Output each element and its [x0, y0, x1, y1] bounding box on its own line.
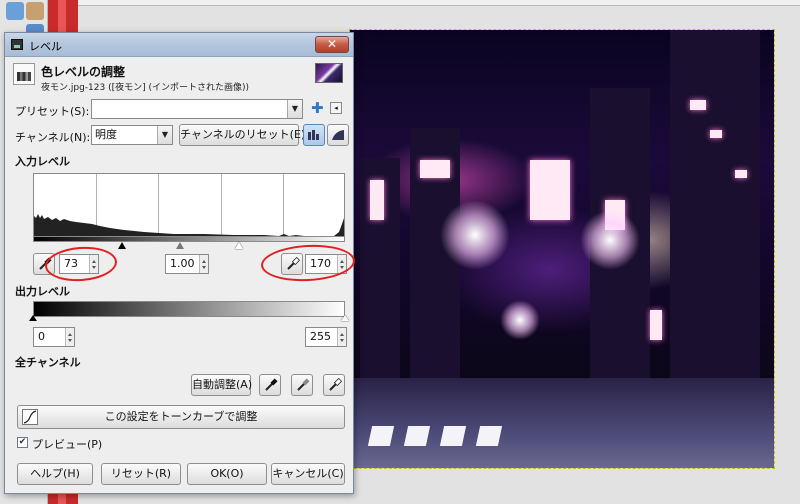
canvas-image[interactable] [349, 29, 775, 469]
black-point-handle[interactable] [118, 242, 126, 249]
presets-combo[interactable]: ▼ [91, 99, 303, 119]
log-histogram-icon[interactable] [327, 124, 349, 146]
add-preset-icon[interactable]: ✚ [311, 99, 324, 117]
white-point-picker-icon[interactable] [323, 374, 345, 396]
ok-button[interactable]: OK(O) [187, 463, 267, 485]
input-levels-label: 入力レベル [15, 155, 70, 168]
annotation-circle [43, 244, 119, 284]
histogram [33, 173, 345, 237]
curves-button-label: この設定をトーンカーブで調整 [104, 410, 258, 423]
dialog-title: レベル [29, 40, 62, 53]
header-title: 色レベルの調整 [41, 65, 126, 79]
chevron-down-icon[interactable]: ▼ [157, 126, 172, 144]
presets-label: プリセット(S): [15, 105, 90, 118]
top-ruler [78, 0, 800, 6]
window-icon [11, 39, 23, 50]
help-button[interactable]: ヘルプ(H) [17, 463, 93, 485]
all-channels-label: 全チャンネル [15, 356, 81, 369]
preview-label: プレビュー(P) [32, 438, 103, 451]
tool-icon[interactable] [6, 2, 24, 20]
gray-point-picker-icon[interactable] [291, 374, 313, 396]
output-black-handle[interactable] [29, 315, 37, 321]
dialog-header: 色レベルの調整 夜モン.jpg-123 ([夜モン] (インポートされた画像)) [13, 61, 345, 95]
header-subtitle: 夜モン.jpg-123 ([夜モン] (インポートされた画像)) [41, 83, 250, 93]
output-low-spinner[interactable]: 0 [33, 327, 75, 347]
gamma-spinner[interactable]: 1.00 [165, 254, 209, 274]
gamma-value: 1.00 [170, 257, 195, 270]
channel-label: チャンネル(N): [15, 131, 91, 144]
levels-dialog: レベル ✕ 色レベルの調整 夜モン.jpg-123 ([夜モン] (インポートさ… [4, 32, 356, 494]
reset-button[interactable]: リセット(R) [101, 463, 181, 485]
gamma-handle[interactable] [176, 242, 184, 249]
close-button[interactable]: ✕ [315, 36, 349, 53]
output-high-spinner[interactable]: 255 [305, 327, 347, 347]
cancel-button[interactable]: キャンセル(C) [271, 463, 345, 485]
channel-value: 明度 [95, 128, 117, 141]
curves-icon [22, 409, 38, 425]
white-point-handle[interactable] [235, 242, 243, 249]
output-white-handle[interactable] [341, 315, 349, 321]
auto-adjust-button[interactable]: 自動調整(A) [191, 374, 252, 396]
output-low-value: 0 [38, 330, 45, 343]
chevron-down-icon[interactable]: ▼ [287, 100, 302, 118]
levels-icon [13, 63, 35, 85]
output-levels-label: 出力レベル [15, 285, 70, 298]
black-point-picker-icon[interactable] [259, 374, 281, 396]
preview-checkbox[interactable]: ✔ [17, 437, 28, 448]
linear-histogram-icon[interactable] [303, 124, 325, 146]
output-gradient-bar [33, 301, 345, 317]
input-gradient-bar [33, 237, 345, 242]
title-bar[interactable]: レベル ✕ [5, 33, 353, 57]
output-high-value: 255 [310, 330, 331, 343]
annotation-circle [260, 242, 356, 284]
edit-in-curves-button[interactable]: この設定をトーンカーブで調整 [17, 405, 345, 429]
preset-menu-icon[interactable]: ◂ [330, 102, 342, 114]
tool-icon[interactable] [26, 2, 44, 20]
image-thumbnail [315, 63, 343, 83]
channel-combo[interactable]: 明度 ▼ [91, 125, 173, 145]
channel-reset-button[interactable]: チャンネルのリセット(E) [179, 124, 305, 146]
